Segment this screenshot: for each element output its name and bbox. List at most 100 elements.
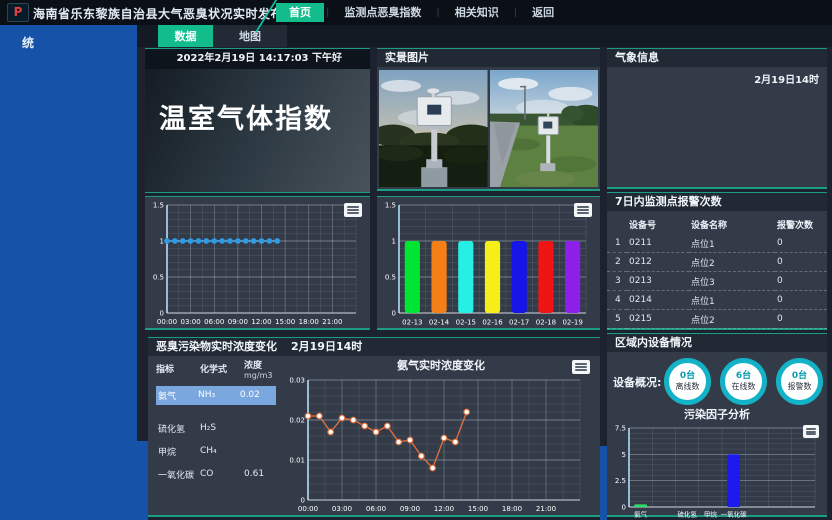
greenhouse-title-area: 温室气体指数	[145, 69, 370, 192]
svg-text:09:00: 09:00	[400, 505, 420, 513]
greenhouse-line-chart: 00.511.500:0003:0006:0009:0012:0015:0018…	[145, 197, 366, 327]
odor-pollutants-panel: 恶臭污染物实时浓度变化 2月19日14时 指标 化学式 浓度 mg/m3 氨气N…	[148, 337, 600, 517]
nav-separator: |	[436, 3, 439, 22]
svg-text:12:00: 12:00	[434, 505, 454, 513]
site-photo-left	[379, 70, 488, 187]
alarm-table: 设备号设备名称报警次数 10211点位1020212点位2030213点位304…	[607, 215, 827, 348]
table-row: 50215点位20	[607, 310, 827, 329]
table-row: 40214点位10	[607, 291, 827, 310]
odor-table: 指标 化学式 浓度 mg/m3 氨气NH₃0.02 硫化氢H₂S 甲烷CH₄ 一氧化碳…	[148, 356, 282, 514]
svg-text:02-19: 02-19	[562, 319, 582, 327]
app-logo-icon: P	[7, 3, 29, 22]
odor-row-2[interactable]: 甲烷CH₄	[156, 442, 282, 461]
svg-text:15:00: 15:00	[275, 318, 295, 326]
greenhouse-index-title: 温室气体指数	[145, 69, 370, 136]
nav-item-2[interactable]: 相关知识	[442, 3, 512, 22]
ammonia-chart-area: 氨气实时浓度变化 00.010.020.0300:0003:0006:0009:…	[282, 356, 600, 514]
nav-separator: |	[326, 3, 329, 22]
table-row: 30213点位30	[607, 272, 827, 291]
alarm-col-header: 报警次数	[775, 215, 827, 234]
device-status-circles: 0台离线数6台在线数0台报警数	[664, 358, 823, 405]
svg-text:1: 1	[392, 238, 396, 246]
greenhouse-line-chart-panel: 00.511.500:0003:0006:0009:0012:0015:0018…	[145, 196, 370, 330]
chart-menu-icon[interactable]	[803, 425, 819, 438]
ammonia-chart-title: 氨气实时浓度变化	[282, 358, 600, 374]
svg-text:03:00: 03:00	[332, 505, 352, 513]
blue-gap-middle	[600, 446, 607, 520]
ammonia-line-chart: 00.010.020.0300:0003:0006:0009:0012:0015…	[282, 374, 592, 514]
tab-0[interactable]: 数据	[158, 25, 213, 47]
svg-text:02-16: 02-16	[482, 319, 503, 327]
title-wrap-text: 统	[0, 25, 137, 51]
pollution-bar-chart: 02.557.5氨气硫化氢甲烷一氧化碳	[607, 423, 821, 519]
svg-text:02-17: 02-17	[509, 319, 529, 327]
svg-text:0.03: 0.03	[289, 377, 305, 385]
svg-text:5: 5	[622, 451, 626, 459]
top-header-bar: P 海南省乐东黎族自治县大气恶臭状况实时发布系 首页|监测点恶臭指数|相关知识|…	[0, 0, 832, 25]
pollution-chart-area: 污染因子分析 02.557.5氨气硫化氢甲烷一氧化碳	[607, 407, 827, 519]
odor-panel-datetime: 2月19日14时	[291, 338, 362, 356]
svg-text:0.5: 0.5	[153, 274, 164, 282]
chart-menu-icon[interactable]	[574, 203, 592, 217]
main-nav: 首页|监测点恶臭指数|相关知识|返回	[276, 0, 567, 25]
device-circle-2: 0台报警数	[776, 358, 823, 405]
svg-text:02-18: 02-18	[536, 319, 556, 327]
svg-text:0: 0	[301, 497, 305, 505]
svg-text:06:00: 06:00	[204, 318, 224, 326]
device-circle-0: 0台离线数	[664, 358, 711, 405]
dashboard-screen: P 海南省乐东黎族自治县大气恶臭状况实时发布系 首页|监测点恶臭指数|相关知识|…	[0, 0, 832, 520]
odor-unit: mg/m3	[244, 371, 272, 380]
odor-table-headers: 指标 化学式 浓度 mg/m3	[156, 362, 282, 382]
tab-spacer	[137, 25, 158, 47]
svg-text:0.01: 0.01	[289, 457, 305, 465]
svg-text:02-14: 02-14	[429, 319, 450, 327]
svg-text:00:00: 00:00	[157, 318, 177, 326]
alarm-panel-title: 7日内监测点报警次数	[607, 193, 827, 211]
odor-panel-title: 恶臭污染物实时浓度变化	[156, 338, 277, 356]
alarm-col-header: 设备号	[627, 215, 689, 234]
odor-row-0[interactable]: 氨气NH₃0.02	[156, 386, 276, 405]
region-panel-title: 区域内设备情况	[607, 334, 827, 352]
odor-row-3[interactable]: 一氧化碳CO0.61	[156, 465, 282, 484]
chart-menu-icon[interactable]	[344, 203, 362, 217]
svg-text:18:00: 18:00	[299, 318, 319, 326]
svg-text:7.5: 7.5	[615, 425, 626, 433]
photos-panel: 实景图片	[377, 48, 600, 191]
table-row: 10211点位10	[607, 234, 827, 253]
svg-text:硫化氢: 硫化氢	[677, 510, 697, 519]
left-sidebar: 统	[0, 25, 137, 520]
blue-gap-left	[137, 441, 148, 520]
svg-text:03:00: 03:00	[181, 318, 201, 326]
svg-text:21:00: 21:00	[322, 318, 342, 326]
clock-panel: 2022年2月19日 14:17:03 下午好 温室气体指数	[145, 48, 370, 193]
photos-panel-title: 实景图片	[377, 49, 600, 67]
nav-item-1[interactable]: 监测点恶臭指数	[331, 3, 434, 22]
nav-item-0[interactable]: 首页	[276, 3, 324, 22]
chart-menu-icon[interactable]	[572, 360, 590, 374]
region-devices-panel: 区域内设备情况 设备概况: 0台离线数6台在线数0台报警数 污染因子分析 02.…	[607, 333, 827, 517]
alarm-table-panel: 7日内监测点报警次数 设备号设备名称报警次数 10211点位1020212点位2…	[607, 192, 827, 330]
svg-text:15:00: 15:00	[468, 505, 488, 513]
svg-text:1.5: 1.5	[385, 202, 396, 210]
weather-panel: 气象信息 2月19日14时	[607, 48, 827, 189]
nav-item-3[interactable]: 返回	[519, 3, 567, 22]
weather-panel-title: 气象信息	[607, 49, 827, 67]
svg-text:1: 1	[160, 238, 164, 246]
svg-text:0.5: 0.5	[385, 274, 396, 282]
device-overview-label: 设备概况:	[613, 374, 664, 390]
pollution-chart-title: 污染因子分析	[607, 407, 827, 423]
daily-bar-chart-panel: 00.511.502-1302-1402-1502-1602-1702-1802…	[377, 196, 600, 330]
alarm-col-header: 设备名称	[689, 215, 775, 234]
svg-text:0: 0	[622, 504, 626, 512]
device-circle-1: 6台在线数	[720, 358, 767, 405]
odor-panel-header: 恶臭污染物实时浓度变化 2月19日14时	[148, 338, 600, 356]
odor-row-1[interactable]: 硫化氢H₂S	[156, 419, 282, 438]
svg-text:0: 0	[392, 310, 396, 318]
alarm-col-header	[607, 215, 627, 234]
svg-text:1.5: 1.5	[153, 202, 164, 210]
svg-text:12:00: 12:00	[251, 318, 271, 326]
svg-text:一氧化碳: 一氧化碳	[721, 510, 748, 519]
site-photo-right	[490, 70, 599, 187]
svg-text:02-13: 02-13	[402, 319, 422, 327]
svg-text:06:00: 06:00	[366, 505, 386, 513]
